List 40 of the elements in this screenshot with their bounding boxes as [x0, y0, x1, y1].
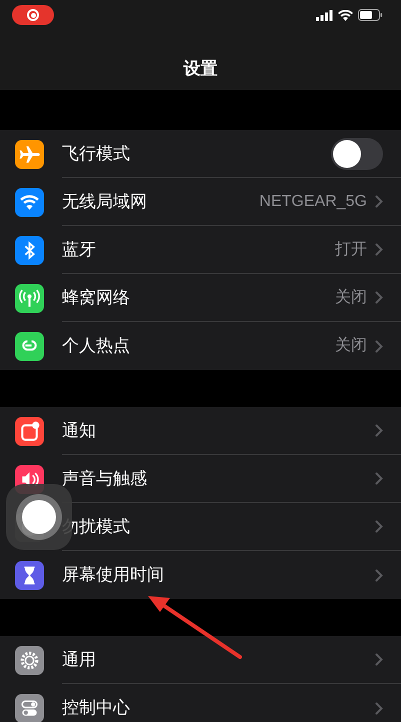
- wifi-icon: [338, 10, 353, 20]
- setting-value: 关闭: [335, 288, 367, 308]
- toggle-switch[interactable]: [331, 138, 383, 170]
- row-label: 通用: [62, 648, 97, 671]
- chevron-icon: [375, 340, 383, 352]
- row-label: 蓝牙: [62, 238, 97, 261]
- setting-value: NETGEAR_5G: [259, 192, 367, 212]
- chevron-icon: [375, 243, 383, 256]
- settings-row[interactable]: 通知: [0, 407, 401, 455]
- settings-row[interactable]: 飞行模式: [0, 130, 401, 178]
- settings-row[interactable]: 屏幕使用时间: [0, 551, 401, 599]
- row-label: 通知: [62, 420, 97, 442]
- settings-row[interactable]: 通用: [0, 636, 401, 684]
- chevron-icon: [375, 424, 383, 437]
- row-label: 声音与触感: [62, 468, 148, 490]
- battery-icon: [358, 9, 383, 21]
- row-label: 个人热点: [62, 335, 131, 358]
- settings-row[interactable]: 蓝牙 打开: [0, 226, 401, 274]
- settings-row[interactable]: 蜂窝网络 关闭: [0, 274, 401, 322]
- settings-row[interactable]: 控制中心: [0, 684, 401, 722]
- chevron-icon: [375, 195, 383, 208]
- row-label: 蜂窝网络: [62, 286, 131, 309]
- setting-value: 关闭: [335, 336, 367, 356]
- chevron-icon: [375, 291, 383, 304]
- chevron-icon: [375, 568, 383, 582]
- signal-icon: [316, 10, 333, 20]
- setting-value: 打开: [335, 240, 367, 260]
- settings-row[interactable]: 个人热点 关闭: [0, 322, 401, 370]
- row-label: 无线局域网: [62, 190, 148, 213]
- row-label: 飞行模式: [62, 142, 131, 165]
- chevron-icon: [375, 520, 383, 533]
- row-label: 控制中心: [62, 697, 131, 720]
- recording-indicator[interactable]: [12, 5, 54, 25]
- chevron-icon: [375, 702, 383, 714]
- settings-row[interactable]: 无线局域网 NETGEAR_5G: [0, 178, 401, 226]
- row-label: 勿扰模式: [62, 516, 131, 538]
- page-title: 设置: [182, 58, 218, 80]
- chevron-icon: [375, 472, 383, 485]
- chevron-icon: [375, 653, 383, 666]
- row-label: 屏幕使用时间: [62, 564, 165, 586]
